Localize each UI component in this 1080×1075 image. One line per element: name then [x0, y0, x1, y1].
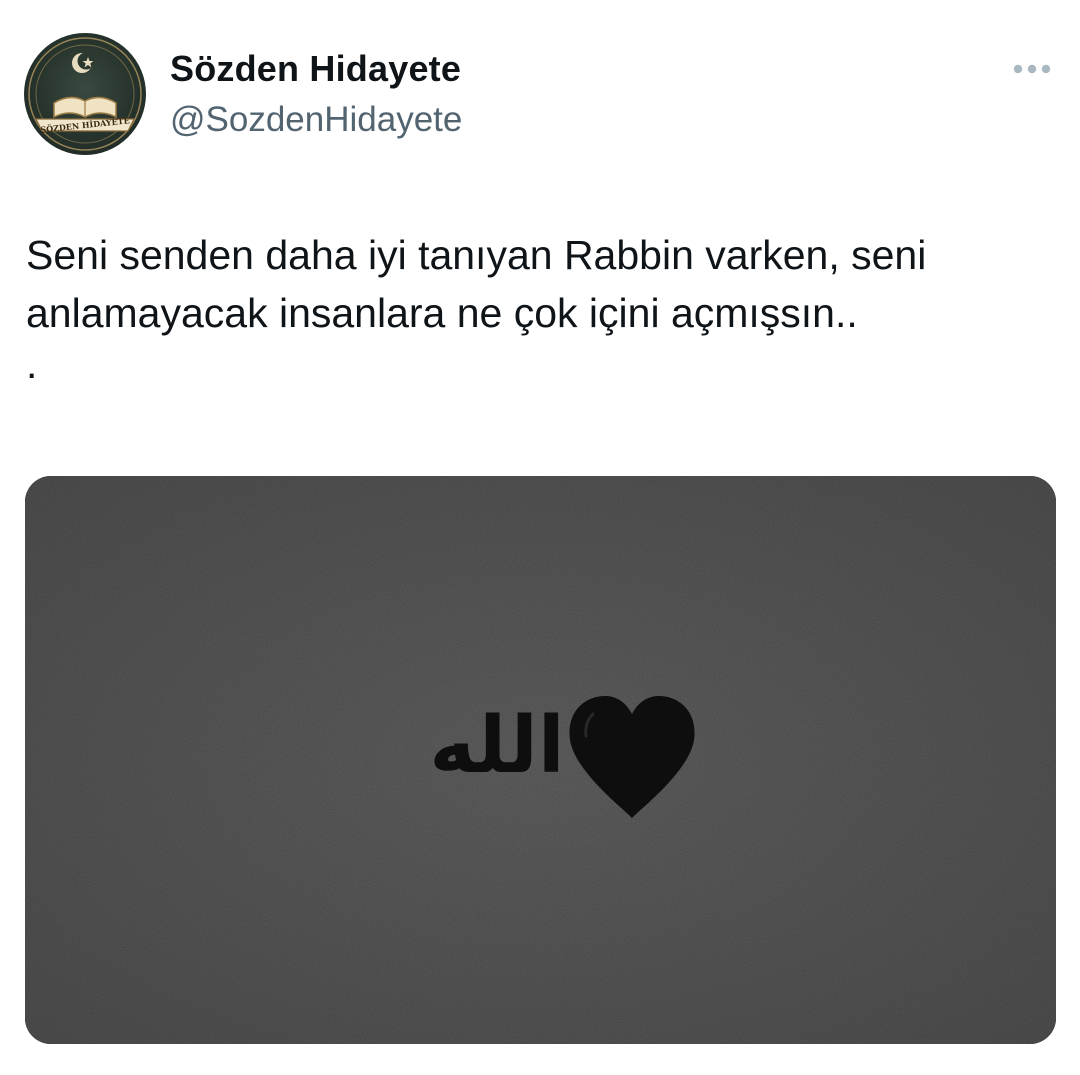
avatar[interactable]: SÖZDEN HİDAYETE	[24, 33, 146, 155]
more-options-button[interactable]	[1010, 58, 1054, 80]
user-handle[interactable]: @SozdenHidayete	[170, 100, 462, 140]
tweet-text-line: .	[26, 341, 38, 387]
tweet-media-image[interactable]: الله	[25, 476, 1056, 1044]
tweet-text: Seni senden daha iyi tanıyan Rabbin vark…	[26, 226, 1056, 386]
more-horizontal-icon	[1013, 64, 1051, 74]
tweet-text-line: Seni senden daha iyi tanıyan Rabbin vark…	[26, 232, 927, 278]
black-heart-icon	[569, 695, 695, 818]
avatar-emblem-icon	[28, 37, 142, 151]
tweet-text-line: anlamayacak insanlara ne çok içini açmış…	[26, 290, 858, 336]
allah-calligraphy: الله	[429, 701, 565, 791]
display-name[interactable]: Sözden Hidayete	[170, 48, 461, 90]
